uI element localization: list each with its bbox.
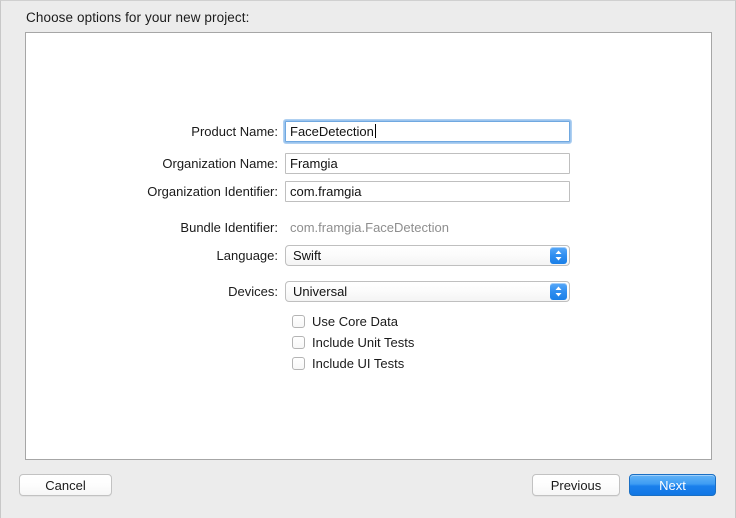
- text-caret: [374, 123, 376, 138]
- bundle-identifier-label: Bundle Identifier:: [180, 219, 278, 235]
- organization-name-value: Framgia: [290, 155, 338, 171]
- form-row-organization-name: Organization Name: Framgia: [26, 152, 570, 174]
- organization-identifier-label: Organization Identifier:: [147, 183, 278, 199]
- organization-identifier-input[interactable]: com.framgia: [285, 180, 570, 202]
- form-row-devices: Devices: Universal: [26, 280, 570, 302]
- checkbox-use-core-data[interactable]: Use Core Data: [292, 312, 398, 330]
- language-label: Language:: [216, 247, 278, 263]
- cancel-button[interactable]: Cancel: [19, 474, 112, 496]
- bundle-identifier-value: com.framgia.FaceDetection: [290, 219, 449, 235]
- checkbox-label: Use Core Data: [312, 313, 398, 329]
- language-value: Swift: [293, 247, 322, 263]
- product-name-label: Product Name:: [191, 123, 278, 139]
- dialog-footer: Cancel Previous Next: [1, 471, 736, 503]
- options-panel: Product Name: FaceDetection Organization…: [25, 32, 712, 460]
- form-row-product-name: Product Name: FaceDetection: [26, 118, 572, 144]
- organization-name-input[interactable]: Framgia: [285, 152, 570, 174]
- previous-button[interactable]: Previous: [532, 474, 620, 496]
- new-project-options-dialog: Choose options for your new project: Pro…: [0, 0, 736, 518]
- organization-identifier-value: com.framgia: [290, 183, 362, 199]
- checkbox-label: Include UI Tests: [312, 355, 405, 371]
- product-name-input[interactable]: FaceDetection: [283, 118, 572, 144]
- checkbox-box-icon[interactable]: [292, 314, 305, 328]
- product-name-value: FaceDetection: [290, 123, 374, 139]
- checkbox-box-icon[interactable]: [292, 335, 305, 349]
- form-row-language: Language: Swift: [26, 244, 570, 266]
- devices-value: Universal: [293, 283, 348, 299]
- checkbox-box-icon[interactable]: [292, 356, 305, 370]
- checkbox-include-ui-tests[interactable]: Include UI Tests: [292, 354, 404, 372]
- devices-label: Devices:: [228, 283, 278, 299]
- form-row-organization-identifier: Organization Identifier: com.framgia: [26, 180, 570, 202]
- next-button[interactable]: Next: [629, 474, 716, 496]
- devices-select[interactable]: Universal: [285, 280, 570, 302]
- chevron-updown-icon[interactable]: [550, 246, 567, 264]
- language-select[interactable]: Swift: [285, 244, 570, 266]
- chevron-updown-icon[interactable]: [550, 282, 567, 300]
- form-row-bundle-identifier: Bundle Identifier: com.framgia.FaceDetec…: [26, 216, 449, 238]
- checkbox-label: Include Unit Tests: [312, 334, 415, 350]
- organization-name-label: Organization Name:: [162, 155, 278, 171]
- checkbox-include-unit-tests[interactable]: Include Unit Tests: [292, 333, 414, 351]
- page-title: Choose options for your new project:: [26, 10, 250, 25]
